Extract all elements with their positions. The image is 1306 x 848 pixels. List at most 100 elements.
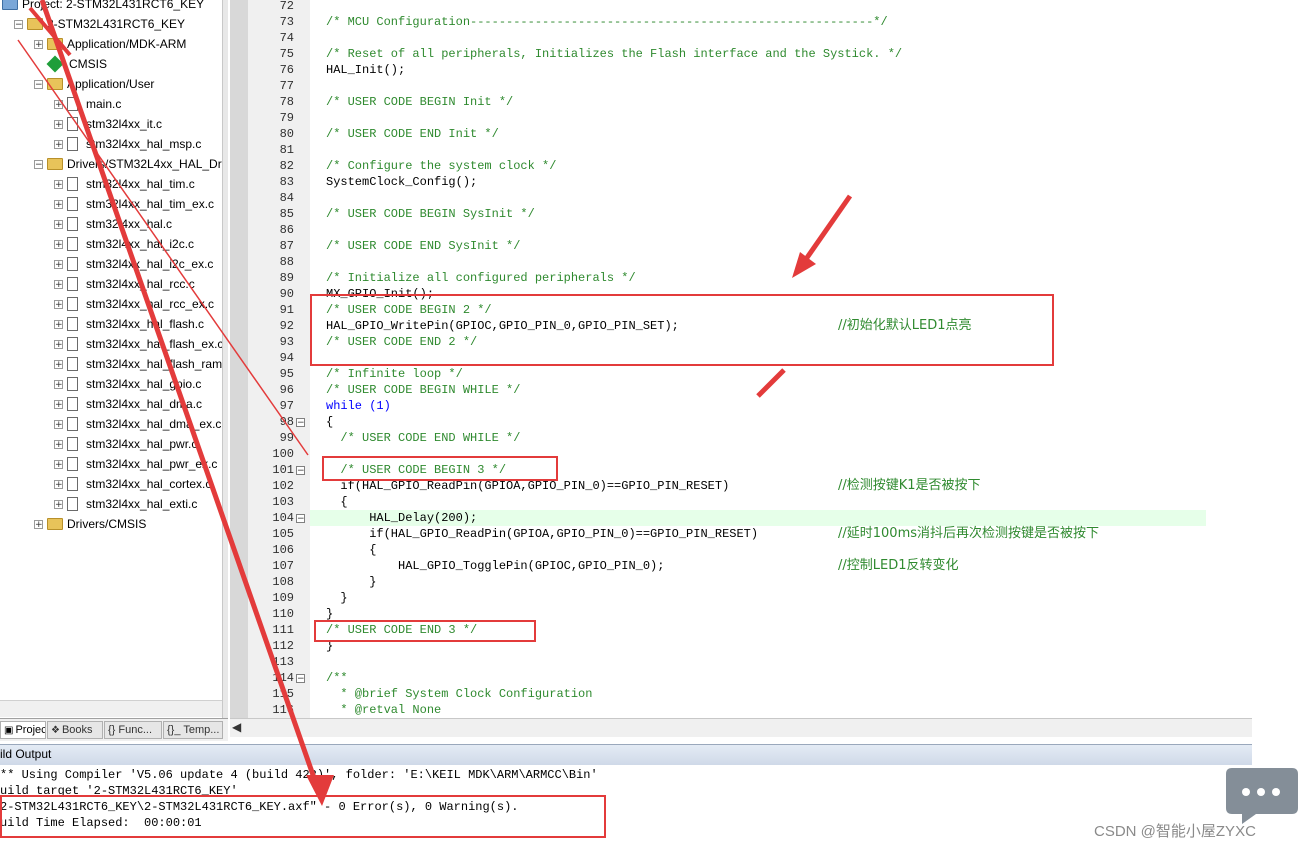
fold-collapse-icon[interactable]: − — [296, 674, 305, 684]
tree-item-root[interactable]: Project: 2-STM32L431RCT6_KEY — [2, 0, 204, 14]
tree-splitter[interactable] — [222, 0, 228, 718]
expand-icon[interactable]: + — [54, 299, 63, 309]
code-line[interactable]: /* USER CODE END Init */ — [326, 126, 499, 142]
tree-item-file[interactable]: + stm32l4xx_hal_msp.c — [54, 134, 201, 154]
expand-icon[interactable]: + — [54, 179, 63, 189]
inline-comment: //检测按键K1是否被按下 — [838, 478, 981, 493]
line-number: 76 — [279, 63, 294, 77]
tree-item-file[interactable]: + stm32l4xx_hal_pwr_ex.c — [54, 454, 217, 474]
tree-item-target[interactable]: − 2-STM32L431RCT6_KEY — [14, 14, 185, 34]
code-line[interactable]: /* Configure the system clock */ — [326, 158, 556, 174]
tree-item-file[interactable]: + stm32l4xx_hal_dma.c — [54, 394, 202, 414]
fold-collapse-icon[interactable]: − — [296, 418, 305, 428]
tree-item-folder[interactable]: − Drivers/STM32L4xx_HAL_Driv — [34, 154, 228, 174]
code-line[interactable]: { — [326, 494, 347, 510]
expand-icon[interactable]: + — [54, 319, 63, 329]
tree-item-folder[interactable]: + Application/MDK-ARM — [34, 34, 186, 54]
tree-item-file[interactable]: + stm32l4xx_hal_rcc_ex.c — [54, 294, 214, 314]
expand-icon[interactable]: + — [54, 479, 63, 489]
collapse-icon[interactable]: − — [14, 19, 23, 29]
expand-icon[interactable]: + — [54, 219, 63, 229]
code-line[interactable]: HAL_Init(); — [326, 62, 405, 78]
tree-item-file[interactable]: + stm32l4xx_hal_dma_ex.c — [54, 414, 221, 434]
code-line[interactable]: /* USER CODE BEGIN SysInit */ — [326, 206, 535, 222]
tree-item-cmsis[interactable]: CMSIS — [34, 54, 107, 74]
code-line[interactable]: * @brief System Clock Configuration — [326, 686, 592, 702]
tree-item-folder[interactable]: − Application/User — [34, 74, 154, 94]
tree-item-file[interactable]: + stm32l4xx_hal_gpio.c — [54, 374, 201, 394]
tree-item-file[interactable]: + main.c — [54, 94, 121, 114]
collapse-icon[interactable]: − — [34, 159, 43, 169]
code-line[interactable]: HAL_Delay(200); — [326, 510, 477, 526]
tree-item-file[interactable]: + stm32l4xx_hal_tim_ex.c — [54, 194, 214, 214]
tab-project[interactable]: ▣ Project — [0, 721, 46, 739]
fold-collapse-icon[interactable]: − — [296, 514, 305, 524]
code-line[interactable]: /* USER CODE END WHILE */ — [326, 430, 520, 446]
expand-icon[interactable]: + — [54, 99, 63, 109]
code-line[interactable]: /** — [326, 670, 348, 686]
tree-item-file[interactable]: + stm32l4xx_hal_cortex.c — [54, 474, 211, 494]
expand-icon[interactable]: + — [54, 379, 63, 389]
expand-icon[interactable]: + — [54, 439, 63, 449]
expand-icon[interactable]: + — [54, 239, 63, 249]
tab-books[interactable]: ❖ Books — [47, 721, 103, 739]
collapse-icon[interactable]: − — [34, 79, 43, 89]
tree-horizontal-scrollbar[interactable] — [0, 700, 222, 717]
expand-icon[interactable]: + — [54, 419, 63, 429]
c-file-icon — [67, 457, 78, 471]
tree-item-file[interactable]: + stm32l4xx_hal_pwr.c — [54, 434, 197, 454]
tree-item-file[interactable]: + stm32l4xx_hal.c — [54, 214, 172, 234]
line-number: 94 — [279, 351, 294, 365]
code-line[interactable]: } — [326, 574, 376, 590]
expand-icon[interactable]: + — [54, 339, 63, 349]
expand-icon[interactable]: + — [54, 499, 63, 509]
editor-horizontal-scrollbar[interactable]: ◀ — [230, 718, 1252, 737]
expand-icon[interactable]: + — [54, 139, 63, 149]
c-file-icon — [67, 437, 78, 451]
code-line[interactable]: if(HAL_GPIO_ReadPin(GPIOA,GPIO_PIN_0)==G… — [326, 526, 1099, 542]
expand-icon[interactable]: + — [34, 519, 43, 529]
tree-item-file[interactable]: + stm32l4xx_hal_flash.c — [54, 314, 204, 334]
expand-icon[interactable]: + — [54, 279, 63, 289]
code-line[interactable]: { — [326, 542, 376, 558]
code-line[interactable]: /* Infinite loop */ — [326, 366, 463, 382]
tree-item-file[interactable]: + stm32l4xx_it.c — [54, 114, 162, 134]
tab-functions[interactable]: {} Func... — [104, 721, 162, 739]
code-line[interactable]: /* Reset of all peripherals, Initializes… — [326, 46, 902, 62]
line-number: 81 — [279, 143, 294, 157]
tree-item-file[interactable]: + stm32l4xx_hal_exti.c — [54, 494, 197, 514]
line-number: 75 — [279, 47, 294, 61]
expand-icon[interactable]: + — [54, 119, 63, 129]
tree-item-file[interactable]: + stm32l4xx_hal_flash_ex.c — [54, 334, 223, 354]
line-number: 90 — [279, 287, 294, 301]
tree-item-file[interactable]: + stm32l4xx_hal_flash_ram — [54, 354, 222, 374]
expand-icon[interactable]: + — [54, 359, 63, 369]
code-text: /* USER CODE END SysInit */ — [326, 239, 521, 253]
code-line[interactable]: while (1) — [326, 398, 391, 414]
scroll-left-icon[interactable]: ◀ — [232, 720, 241, 734]
line-number: 73 — [279, 15, 294, 29]
expand-icon[interactable]: + — [54, 199, 63, 209]
code-line[interactable]: } — [326, 590, 347, 606]
tab-templates[interactable]: {}_ Temp... — [163, 721, 223, 739]
code-line[interactable]: /* Initialize all configured peripherals… — [326, 270, 636, 286]
code-line[interactable]: * @retval None — [326, 702, 441, 718]
code-line[interactable]: /* USER CODE BEGIN Init */ — [326, 94, 513, 110]
tree-item-file[interactable]: + stm32l4xx_hal_rcc.c — [54, 274, 195, 294]
expand-icon[interactable]: + — [34, 39, 43, 49]
tree-item-folder[interactable]: + Drivers/CMSIS — [34, 514, 146, 534]
tree-item-file[interactable]: + stm32l4xx_hal_tim.c — [54, 174, 195, 194]
code-line[interactable]: HAL_GPIO_TogglePin(GPIOC,GPIO_PIN_0); //控… — [326, 558, 959, 574]
code-line[interactable]: /* USER CODE END SysInit */ — [326, 238, 520, 254]
tree-item-label: 2-STM32L431RCT6_KEY — [47, 17, 186, 31]
expand-icon[interactable]: + — [54, 259, 63, 269]
fold-collapse-icon[interactable]: − — [296, 466, 305, 476]
expand-icon[interactable]: + — [54, 399, 63, 409]
tree-item-file[interactable]: + stm32l4xx_hal_i2c_ex.c — [54, 254, 213, 274]
tree-item-file[interactable]: + stm32l4xx_hal_i2c.c — [54, 234, 194, 254]
code-line[interactable]: /* USER CODE BEGIN WHILE */ — [326, 382, 520, 398]
expand-icon[interactable]: + — [54, 459, 63, 469]
code-line[interactable]: SystemClock_Config(); — [326, 174, 477, 190]
code-line[interactable]: /* MCU Configuration--------------------… — [326, 14, 888, 30]
code-line[interactable]: { — [326, 414, 333, 430]
